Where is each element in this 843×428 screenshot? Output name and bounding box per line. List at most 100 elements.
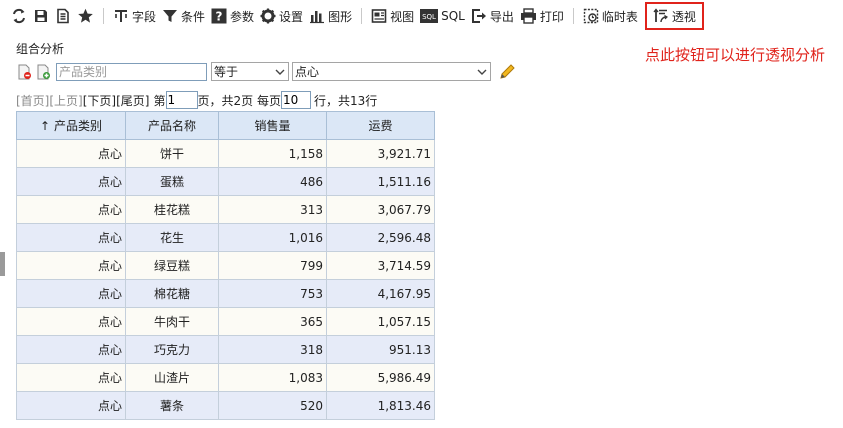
condition-button[interactable]: 条件: [159, 4, 208, 28]
cell-freight: 1,511.16: [326, 167, 435, 196]
cell-product: 巧克力: [125, 335, 219, 364]
cell-sales: 799: [218, 251, 327, 280]
cell-sales: 1,083: [218, 363, 327, 392]
cell-product: 花生: [125, 223, 219, 252]
save-button[interactable]: [30, 4, 52, 28]
cell-category: 点心: [16, 279, 126, 308]
column-header-product[interactable]: 产品名称: [125, 111, 219, 140]
edit-condition-button[interactable]: [498, 63, 516, 81]
cell-product: 薯条: [125, 391, 219, 420]
table-row: 点心 蛋糕 486 1,511.16: [16, 167, 435, 196]
data-table: ↑ 产品类别 产品名称 销售量 运费 点心 饼干 1,158 3,921.71 点…: [16, 111, 435, 420]
filter-row: 等于 点心: [16, 62, 516, 81]
cell-freight: 3,714.59: [326, 251, 435, 280]
field-button-label: 字段: [132, 9, 157, 24]
total-rows-label: 行，共13行: [313, 93, 378, 108]
pivot-annotation: 点此按钮可以进行透视分析: [645, 46, 826, 64]
bar-chart-icon: [310, 11, 325, 24]
table-row: 点心 桂花糕 313 3,067.79: [16, 195, 435, 224]
table-row: 点心 牛肉干 365 1,057.15: [16, 307, 435, 336]
next-page-link[interactable]: [下页]: [83, 92, 116, 109]
star-icon: [78, 8, 93, 23]
first-page-link[interactable]: [首页]: [16, 92, 49, 109]
operator-value: 等于: [214, 65, 239, 79]
filter-icon: [163, 10, 178, 22]
view-button-label: 视图: [390, 9, 415, 24]
cell-sales: 520: [218, 391, 327, 420]
table-header-row: ↑ 产品类别 产品名称 销售量 运费: [16, 111, 435, 140]
refresh-button[interactable]: [8, 4, 30, 28]
temp-table-button[interactable]: 临时表: [580, 4, 641, 28]
cell-freight: 1,813.46: [326, 391, 435, 420]
cell-freight: 3,067.79: [326, 195, 435, 224]
pivot-button[interactable]: 透视: [644, 2, 704, 30]
page-prefix: 第: [153, 93, 166, 108]
sql-button-label: SQL: [441, 9, 465, 23]
cell-category: 点心: [16, 251, 126, 280]
save-as-icon: [57, 8, 69, 24]
value-select[interactable]: 点心: [292, 62, 491, 81]
view-button[interactable]: 视图: [368, 4, 417, 28]
table-row: 点心 饼干 1,158 3,921.71: [16, 139, 435, 168]
chart-button[interactable]: 图形: [306, 4, 355, 28]
toolbar-divider: [361, 8, 363, 24]
cell-sales: 1,016: [218, 223, 327, 252]
save-icon: [35, 10, 47, 22]
column-header-sales[interactable]: 销售量: [218, 111, 327, 140]
cell-product: 棉花糖: [125, 279, 219, 308]
pivot-icon: [653, 8, 668, 23]
param-button[interactable]: ? 参数: [208, 4, 257, 28]
favorite-button[interactable]: [74, 4, 97, 28]
printer-icon: [520, 8, 536, 24]
cell-sales: 1,158: [218, 139, 327, 168]
field-button[interactable]: 字段: [110, 4, 159, 28]
cell-category: 点心: [16, 167, 126, 196]
table-row: 点心 花生 1,016 2,596.48: [16, 223, 435, 252]
page-suffix: 页，共2页 每页: [197, 93, 281, 108]
print-button[interactable]: 打印: [517, 4, 567, 28]
toolbar-divider: [103, 8, 104, 24]
cell-sales: 753: [218, 279, 327, 308]
save-as-button[interactable]: [52, 4, 74, 28]
cell-freight: 951.13: [326, 335, 435, 364]
view-icon: [371, 9, 387, 23]
print-button-label: 打印: [539, 9, 564, 24]
panel-collapse-handle[interactable]: [0, 252, 5, 276]
condition-button-label: 条件: [181, 9, 206, 24]
cell-category: 点心: [16, 391, 126, 420]
add-condition-button[interactable]: [35, 63, 53, 81]
sql-button[interactable]: SQL SQL: [417, 4, 468, 28]
last-page-link[interactable]: [尾页]: [116, 92, 149, 109]
chevron-down-icon: [477, 69, 487, 75]
cell-sales: 486: [218, 167, 327, 196]
cell-category: 点心: [16, 363, 126, 392]
chevron-down-icon: [275, 69, 285, 75]
page-number-input[interactable]: [165, 91, 198, 109]
settings-button[interactable]: 设置: [257, 4, 306, 28]
column-header-category[interactable]: ↑ 产品类别: [16, 111, 126, 140]
svg-text:SQL: SQL: [422, 13, 436, 21]
settings-button-label: 设置: [279, 9, 304, 24]
operator-select[interactable]: 等于: [211, 62, 289, 81]
svg-text:?: ?: [216, 10, 223, 24]
column-header-freight[interactable]: 运费: [326, 111, 435, 140]
prev-page-link[interactable]: [上页]: [49, 92, 82, 109]
column-header-label: 产品类别: [54, 119, 103, 133]
cell-product: 饼干: [125, 139, 219, 168]
add-condition-icon: [37, 64, 50, 79]
temp-table-button-label: 临时表: [601, 9, 638, 24]
cell-freight: 5,986.49: [326, 363, 435, 392]
remove-condition-button[interactable]: [16, 63, 34, 81]
export-button[interactable]: 导出: [468, 4, 517, 28]
pager: [首页] [上页] [下页] [尾页] 第 页，共2页 每页 行，共13行: [16, 91, 377, 109]
condition-value: 点心: [295, 65, 320, 79]
cell-product: 桂花糕: [125, 195, 219, 224]
field-input[interactable]: [56, 62, 207, 81]
sql-icon: SQL: [420, 9, 439, 23]
pivot-button-label: 透视: [671, 9, 696, 24]
page-size-input[interactable]: [280, 91, 311, 109]
cell-freight: 4,167.95: [326, 279, 435, 308]
gear-icon: [260, 8, 276, 24]
cell-sales: 313: [218, 195, 327, 224]
table-row: 点心 绿豆糕 799 3,714.59: [16, 251, 435, 280]
